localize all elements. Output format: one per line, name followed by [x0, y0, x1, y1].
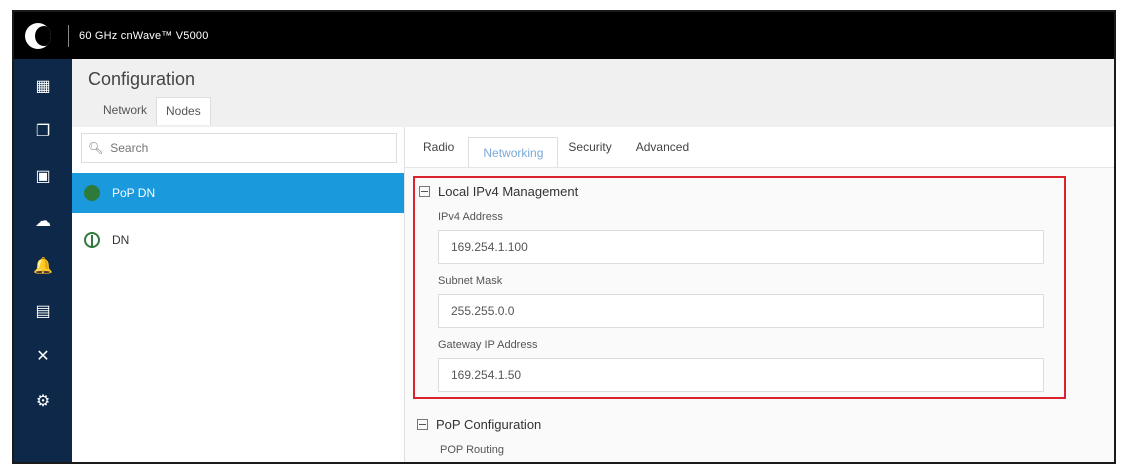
subnet-mask-label: Subnet Mask: [438, 275, 503, 287]
section-title: Local IPv4 Management: [438, 184, 579, 199]
subnet-mask-field[interactable]: [438, 294, 1044, 328]
dashboard-icon[interactable]: ▦: [23, 69, 63, 103]
ipv4-address-label: IPv4 Address: [438, 211, 503, 223]
divider: [68, 24, 69, 47]
node-list-panel: 🔍︎ PoP DN DN: [72, 127, 405, 462]
node-item-dn[interactable]: DN: [72, 220, 404, 260]
document-icon[interactable]: ▣: [23, 159, 63, 193]
gateway-ip-label: Gateway IP Address: [438, 339, 538, 351]
search-icon: 🔍︎: [88, 141, 104, 155]
page-tabs: Network Nodes: [94, 97, 211, 125]
top-bar: 60 GHz cnWave™ V5000: [14, 12, 1114, 59]
tab-advanced[interactable]: Advanced: [626, 137, 703, 167]
tab-nodes[interactable]: Nodes: [156, 97, 211, 125]
app-title: 60 GHz cnWave™ V5000: [79, 29, 209, 42]
tab-radio[interactable]: Radio: [413, 137, 468, 167]
search-input[interactable]: [108, 140, 383, 156]
app-window: 60 GHz cnWave™ V5000 ▦ ❐ ▣ ☁ 🔔 ▤ ✕ ⚙ Con…: [12, 10, 1116, 464]
calendar-icon[interactable]: ▤: [23, 294, 63, 328]
local-ipv4-section: Local IPv4 Management IPv4 Address Subne…: [413, 176, 1066, 399]
pop-routing-label: POP Routing: [440, 444, 505, 456]
node-label: PoP DN: [112, 186, 156, 200]
config-tabs: Radio Networking Security Advanced: [405, 127, 1114, 168]
copy-icon[interactable]: ❐: [23, 114, 63, 148]
pop-config-title: PoP Configuration: [436, 417, 542, 432]
tab-network[interactable]: Network: [94, 97, 156, 125]
ipv4-address-field[interactable]: [438, 230, 1044, 264]
collapse-icon[interactable]: [419, 186, 430, 197]
brand-logo[interactable]: [14, 12, 62, 59]
search-box: 🔍︎: [81, 133, 397, 163]
collapse-icon[interactable]: [417, 419, 428, 430]
node-config-panel: Radio Networking Security Advanced Local…: [405, 127, 1114, 462]
node-icon: [84, 185, 100, 201]
tab-networking[interactable]: Networking: [468, 137, 559, 167]
section-header: Local IPv4 Management: [419, 184, 578, 199]
cloud-icon[interactable]: ☁: [23, 204, 63, 238]
page-header: Configuration Network Nodes: [72, 59, 1114, 128]
tools-icon[interactable]: ✕: [23, 339, 63, 373]
gateway-ip-field[interactable]: [438, 358, 1044, 392]
node-item-pop-dn[interactable]: PoP DN: [72, 173, 404, 213]
main-content: Configuration Network Nodes 🔍︎ PoP DN DN: [72, 59, 1114, 462]
pop-config-header: PoP Configuration: [417, 417, 541, 432]
logo-icon: [25, 22, 51, 49]
side-nav: ▦ ❐ ▣ ☁ 🔔 ▤ ✕ ⚙: [14, 59, 72, 462]
node-label: DN: [112, 233, 130, 247]
tab-security[interactable]: Security: [558, 137, 625, 167]
bell-icon[interactable]: 🔔: [23, 249, 63, 283]
settings-icon[interactable]: ⚙: [23, 384, 63, 418]
page-title: Configuration: [88, 69, 196, 89]
node-icon: [84, 232, 100, 248]
